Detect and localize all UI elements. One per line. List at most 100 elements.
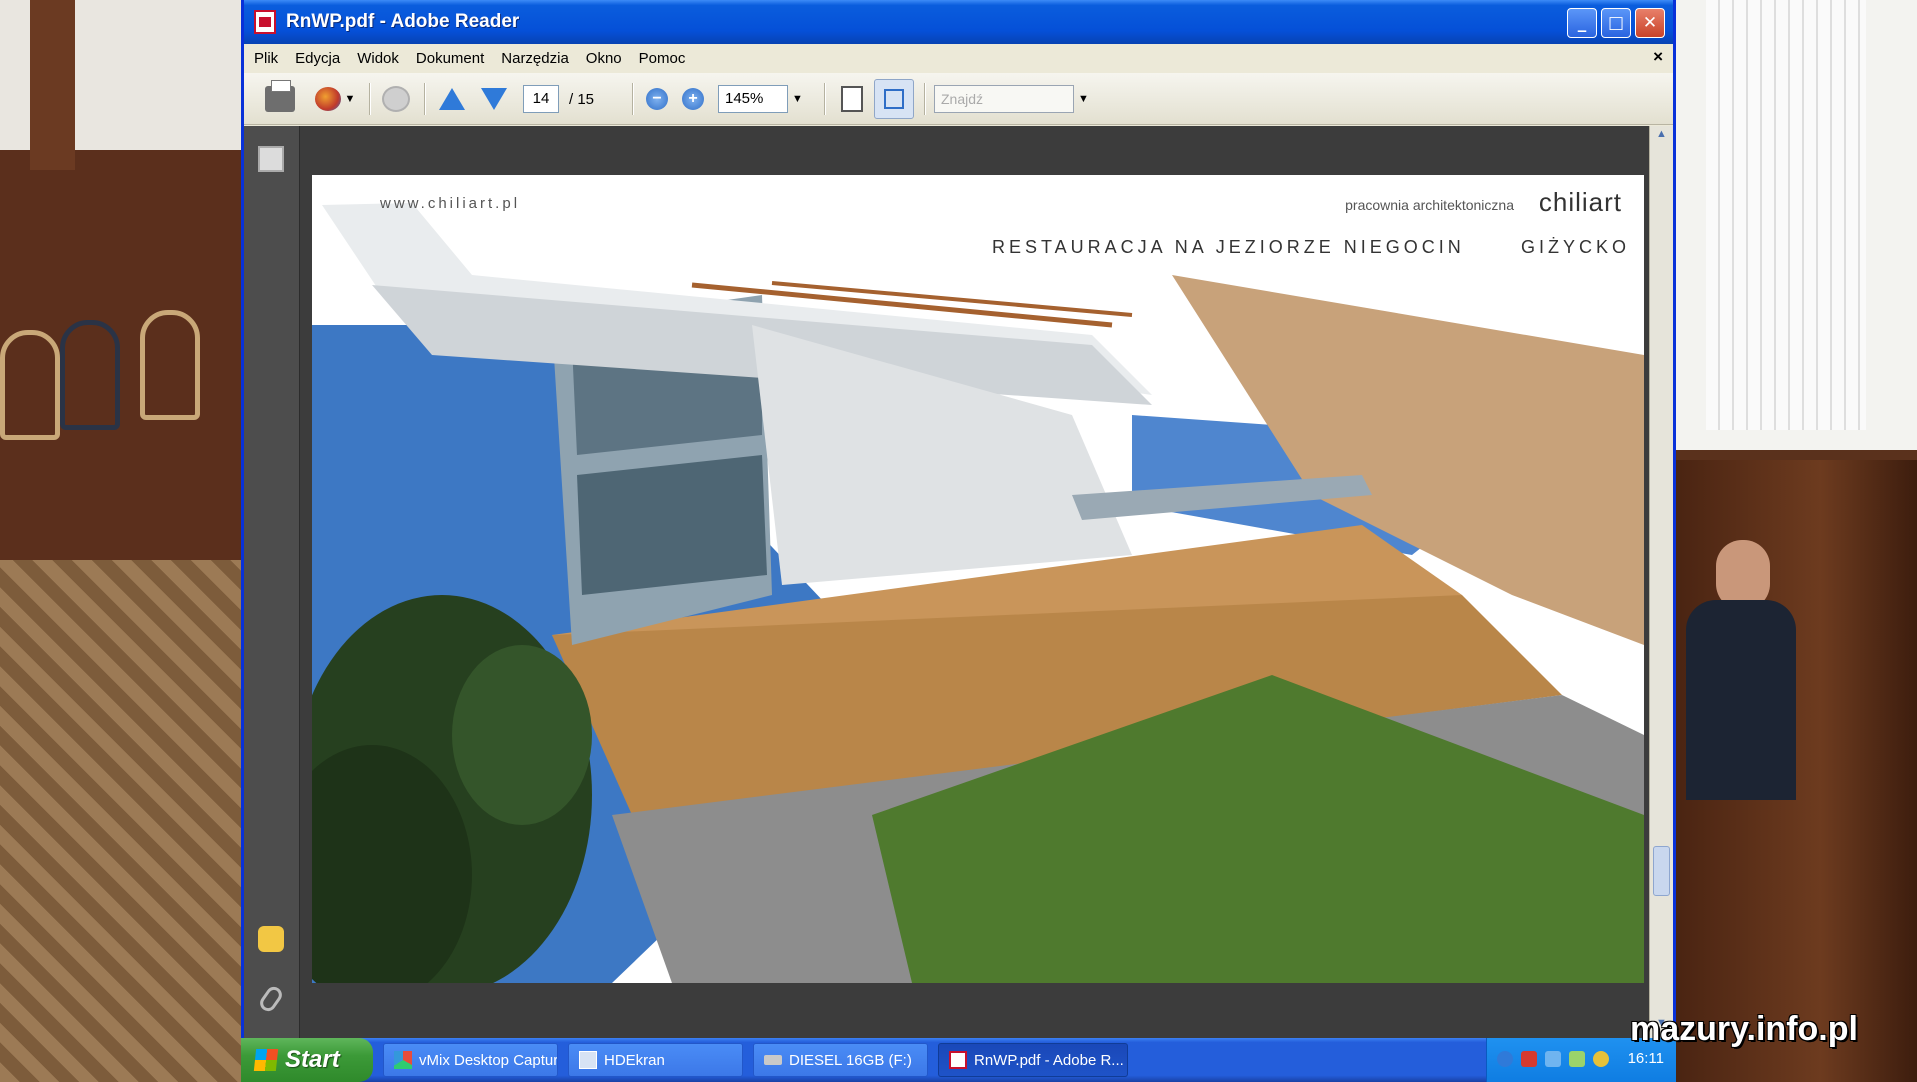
adobe-reader-icon <box>949 1051 967 1069</box>
previous-page-button[interactable] <box>434 83 470 115</box>
brand-logo: chiliart <box>1538 187 1622 217</box>
fit-page-icon <box>841 86 863 112</box>
start-label: Start <box>285 1046 340 1073</box>
adobe-reader-window: RnWP.pdf - Adobe Reader _ □ ✕ Plik Edycj… <box>241 0 1676 1038</box>
fit-page-button[interactable] <box>834 83 870 115</box>
scroll-up-icon[interactable]: ▲ <box>1653 128 1670 145</box>
chair <box>140 310 200 420</box>
vertical-scrollbar[interactable]: ▲ ▼ <box>1649 126 1673 1038</box>
taskbar-item-label: RnWP.pdf - Adobe R... <box>974 1051 1124 1069</box>
title-bar[interactable]: RnWP.pdf - Adobe Reader _ □ ✕ <box>244 0 1673 44</box>
update-icon[interactable] <box>1593 1051 1609 1067</box>
broadcaster-watermark: mazury.info.pl <box>1630 1010 1858 1048</box>
studio-label: pracownia architektoniczna <box>1345 197 1514 213</box>
chevron-down-icon[interactable]: ▼ <box>1078 93 1089 105</box>
windows-flag-icon <box>253 1049 279 1071</box>
menu-pomoc[interactable]: Pomoc <box>639 50 686 67</box>
site-url: www.chiliart.pl <box>380 195 521 212</box>
arrow-up-icon <box>439 88 465 110</box>
printer-icon <box>265 80 295 112</box>
paperclip-icon[interactable] <box>256 983 286 1015</box>
scroll-thumb[interactable] <box>1653 846 1670 896</box>
toolbar-divider <box>924 83 926 115</box>
zoom-in-icon: + <box>682 88 704 110</box>
person-torso <box>1686 600 1796 800</box>
drive-icon <box>764 1055 782 1065</box>
zoom-in-button[interactable]: + <box>678 83 708 115</box>
menu-plik[interactable]: Plik <box>254 50 278 67</box>
antivirus-icon[interactable] <box>1521 1051 1537 1067</box>
menu-okno[interactable]: Okno <box>586 50 622 67</box>
full-screen-button[interactable] <box>874 79 914 119</box>
taskbar-item-vmix[interactable]: vMix Desktop Captur... <box>383 1043 558 1077</box>
architectural-render <box>312 175 1644 983</box>
zoom-out-icon: − <box>646 88 668 110</box>
chair <box>0 330 60 440</box>
chair <box>60 320 120 430</box>
page-navigator: 14 / 15 <box>523 83 623 115</box>
glass-lower <box>577 455 767 595</box>
room-right-background <box>1676 0 1917 1082</box>
tree-foliage <box>452 645 592 825</box>
comments-icon[interactable] <box>258 926 284 952</box>
adobe-reader-icon <box>254 10 276 34</box>
taskbar-item-diesel[interactable]: DIESEL 16GB (F:) <box>753 1043 928 1077</box>
chevron-down-icon: ▼ <box>792 93 803 105</box>
chevron-down-icon: ▼ <box>344 93 356 105</box>
page-total: / 15 <box>569 90 595 108</box>
arrow-down-icon <box>481 88 507 110</box>
navigation-pane <box>244 126 300 1038</box>
render-headline: RESTAURACJA NA JEZIORZE NIEGOCIN <box>992 237 1465 257</box>
full-screen-icon <box>884 89 904 109</box>
toolbar-divider <box>424 83 426 115</box>
app-window-icon <box>579 1051 597 1069</box>
pdf-page: www.chiliart.pl pracownia architektonicz… <box>312 175 1644 983</box>
clock[interactable]: 16:11 <box>1628 1050 1664 1067</box>
taskbar-item-adobe-reader[interactable]: RnWP.pdf - Adobe R... <box>938 1043 1128 1077</box>
find-input[interactable]: Znajdź <box>934 85 1074 113</box>
minimize-button[interactable]: _ <box>1567 8 1597 38</box>
taskbar-item-label: DIESEL 16GB (F:) <box>789 1051 912 1069</box>
room-left-background <box>0 0 245 1082</box>
video-frame: RnWP.pdf - Adobe Reader _ □ ✕ Plik Edycj… <box>0 0 1917 1082</box>
close-document-button[interactable]: × <box>1653 47 1663 67</box>
render-city: GIŻYCKO <box>1520 237 1630 257</box>
menu-dokument[interactable]: Dokument <box>416 50 484 67</box>
toolbar-divider <box>824 83 826 115</box>
organizer-button[interactable]: ▼ <box>310 83 360 115</box>
next-page-button[interactable] <box>476 83 512 115</box>
taskbar: Start vMix Desktop Captur... HDEkran DIE… <box>241 1038 1676 1082</box>
vmix-icon <box>394 1051 412 1069</box>
close-button[interactable]: ✕ <box>1635 8 1665 38</box>
page-number-input[interactable]: 14 <box>523 85 559 113</box>
pages-icon[interactable] <box>258 146 284 172</box>
zoom-level-value: 145% <box>718 85 788 113</box>
window-title: RnWP.pdf - Adobe Reader <box>286 11 520 32</box>
organizer-icon <box>314 87 341 111</box>
menu-narzedzia[interactable]: Narzędzia <box>501 50 569 67</box>
taskbar-item-hdekran[interactable]: HDEkran <box>568 1043 743 1077</box>
document-viewport[interactable]: www.chiliart.pl pracownia architektonicz… <box>244 126 1673 1038</box>
toolbar-divider <box>369 83 371 115</box>
network-icon[interactable] <box>1545 1051 1561 1067</box>
window-blinds <box>1706 0 1866 430</box>
print-button[interactable] <box>262 80 298 115</box>
find-box: Znajdź ▼ <box>934 83 1094 115</box>
menu-edycja[interactable]: Edycja <box>295 50 340 67</box>
tray-expand-icon[interactable] <box>1497 1051 1513 1067</box>
zoom-dropdown[interactable]: 145% ▼ <box>718 83 818 115</box>
toolbar: ▼ 14 / 15 − + 145% ▼ Znajdź ▼ <box>244 73 1673 125</box>
collaborate-icon <box>382 86 410 112</box>
safely-remove-icon[interactable] <box>1569 1051 1585 1067</box>
menu-bar: Plik Edycja Widok Dokument Narzędzia Okn… <box>244 44 1673 72</box>
wall-pillar <box>30 0 75 170</box>
menu-widok[interactable]: Widok <box>357 50 399 67</box>
seated-person <box>1686 540 1796 800</box>
collaborate-button[interactable] <box>378 83 414 115</box>
toolbar-divider <box>632 83 634 115</box>
taskbar-item-label: HDEkran <box>604 1051 665 1069</box>
start-button[interactable]: Start <box>241 1038 373 1082</box>
maximize-button[interactable]: □ <box>1601 8 1631 38</box>
taskbar-item-label: vMix Desktop Captur... <box>419 1051 558 1069</box>
zoom-out-button[interactable]: − <box>642 83 672 115</box>
